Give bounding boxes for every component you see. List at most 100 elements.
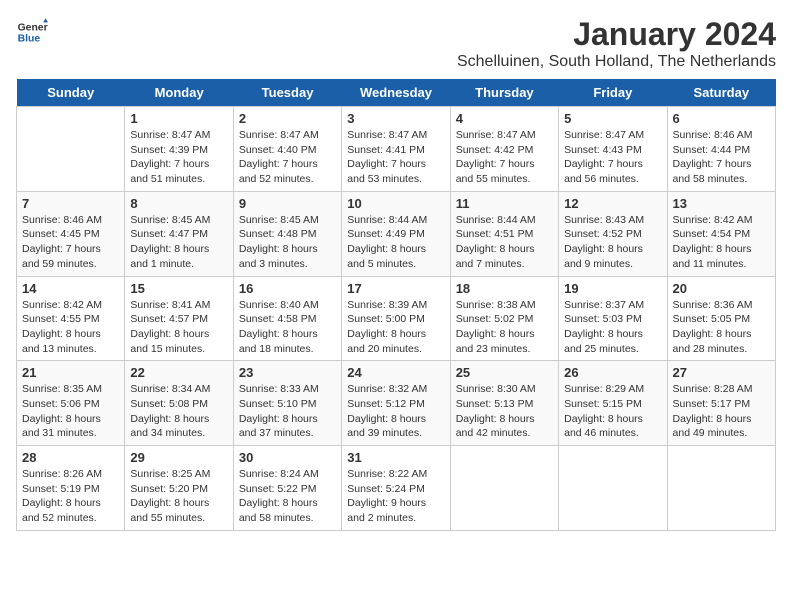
day-info: Sunrise: 8:47 AMSunset: 4:39 PMDaylight:…	[130, 128, 227, 187]
day-info: Sunrise: 8:46 AMSunset: 4:45 PMDaylight:…	[22, 213, 119, 272]
day-info: Sunrise: 8:45 AMSunset: 4:47 PMDaylight:…	[130, 213, 227, 272]
calendar-cell: 8 Sunrise: 8:45 AMSunset: 4:47 PMDaylight…	[125, 191, 233, 276]
day-info: Sunrise: 8:25 AMSunset: 5:20 PMDaylight:…	[130, 467, 227, 526]
week-row-3: 14Sunrise: 8:42 AMSunset: 4:55 PMDayligh…	[17, 276, 776, 361]
day-info: Sunrise: 8:43 AMSunset: 4:52 PMDaylight:…	[564, 213, 661, 272]
day-number: 21	[22, 365, 119, 380]
calendar-cell: 5Sunrise: 8:47 AMSunset: 4:43 PMDaylight…	[559, 107, 667, 192]
day-number: 13	[673, 196, 770, 211]
day-number: 6	[673, 111, 770, 126]
calendar-cell: 22Sunrise: 8:34 AMSunset: 5:08 PMDayligh…	[125, 361, 233, 446]
calendar-cell: 23 Sunrise: 8:33 AMSunset: 5:10 PMDayligh…	[233, 361, 341, 446]
calendar-cell: 14Sunrise: 8:42 AMSunset: 4:55 PMDayligh…	[17, 276, 125, 361]
day-number: 25	[456, 365, 553, 380]
calendar-cell: 6 Sunrise: 8:46 AMSunset: 4:44 PMDaylight…	[667, 107, 775, 192]
calendar-cell: 10 Sunrise: 8:44 AMSunset: 4:49 PMDayligh…	[342, 191, 450, 276]
week-row-4: 21Sunrise: 8:35 AMSunset: 5:06 PMDayligh…	[17, 361, 776, 446]
calendar-cell: 24 Sunrise: 8:32 AMSunset: 5:12 PMDayligh…	[342, 361, 450, 446]
day-info: Sunrise: 8:28 AMSunset: 5:17 PMDaylight:…	[673, 382, 770, 441]
day-number: 28	[22, 450, 119, 465]
logo: General Blue	[16, 16, 48, 48]
day-number: 5	[564, 111, 661, 126]
day-number: 15	[130, 281, 227, 296]
day-number: 16	[239, 281, 336, 296]
weekday-header-sunday: Sunday	[17, 79, 125, 107]
day-info: Sunrise: 8:26 AMSunset: 5:19 PMDaylight:…	[22, 467, 119, 526]
subtitle: Schelluinen, South Holland, The Netherla…	[457, 53, 776, 71]
calendar-cell: 2Sunrise: 8:47 AMSunset: 4:40 PMDaylight…	[233, 107, 341, 192]
day-number: 20	[673, 281, 770, 296]
week-row-1: 1Sunrise: 8:47 AMSunset: 4:39 PMDaylight…	[17, 107, 776, 192]
weekday-header-thursday: Thursday	[450, 79, 558, 107]
day-info: Sunrise: 8:32 AMSunset: 5:12 PMDaylight:…	[347, 382, 444, 441]
calendar-cell: 25 Sunrise: 8:30 AMSunset: 5:13 PMDayligh…	[450, 361, 558, 446]
calendar-cell: 3 Sunrise: 8:47 AMSunset: 4:41 PMDaylight…	[342, 107, 450, 192]
calendar-cell	[17, 107, 125, 192]
day-number: 27	[673, 365, 770, 380]
day-info: Sunrise: 8:29 AMSunset: 5:15 PMDaylight:…	[564, 382, 661, 441]
weekday-header-tuesday: Tuesday	[233, 79, 341, 107]
day-info: Sunrise: 8:36 AMSunset: 5:05 PMDaylight:…	[673, 298, 770, 357]
calendar-cell: 27 Sunrise: 8:28 AMSunset: 5:17 PMDayligh…	[667, 361, 775, 446]
day-info: Sunrise: 8:47 AMSunset: 4:42 PMDaylight:…	[456, 128, 553, 187]
main-title: January 2024	[457, 16, 776, 53]
day-number: 11	[456, 196, 553, 211]
day-number: 22	[130, 365, 227, 380]
svg-text:General: General	[18, 22, 48, 33]
header: General Blue January 2024 Schelluinen, S…	[16, 16, 776, 71]
day-info: Sunrise: 8:24 AMSunset: 5:22 PMDaylight:…	[239, 467, 336, 526]
day-info: Sunrise: 8:39 AMSunset: 5:00 PMDaylight:…	[347, 298, 444, 357]
calendar-cell: 29 Sunrise: 8:25 AMSunset: 5:20 PMDayligh…	[125, 446, 233, 531]
day-info: Sunrise: 8:44 AMSunset: 4:49 PMDaylight:…	[347, 213, 444, 272]
svg-text:Blue: Blue	[18, 34, 41, 45]
day-number: 12	[564, 196, 661, 211]
day-number: 10	[347, 196, 444, 211]
calendar-table: SundayMondayTuesdayWednesdayThursdayFrid…	[16, 79, 776, 531]
day-number: 9	[239, 196, 336, 211]
calendar-cell: 12 Sunrise: 8:43 AMSunset: 4:52 PMDayligh…	[559, 191, 667, 276]
day-number: 31	[347, 450, 444, 465]
calendar-cell: 18 Sunrise: 8:38 AMSunset: 5:02 PMDayligh…	[450, 276, 558, 361]
title-area: January 2024 Schelluinen, South Holland,…	[457, 16, 776, 71]
calendar-cell: 7 Sunrise: 8:46 AMSunset: 4:45 PMDaylight…	[17, 191, 125, 276]
weekday-header-monday: Monday	[125, 79, 233, 107]
calendar-cell: 13 Sunrise: 8:42 AMSunset: 4:54 PMDayligh…	[667, 191, 775, 276]
day-number: 4	[456, 111, 553, 126]
day-number: 30	[239, 450, 336, 465]
day-info: Sunrise: 8:30 AMSunset: 5:13 PMDaylight:…	[456, 382, 553, 441]
day-number: 18	[456, 281, 553, 296]
day-info: Sunrise: 8:47 AMSunset: 4:41 PMDaylight:…	[347, 128, 444, 187]
day-info: Sunrise: 8:33 AMSunset: 5:10 PMDaylight:…	[239, 382, 336, 441]
calendar-cell: 17Sunrise: 8:39 AMSunset: 5:00 PMDayligh…	[342, 276, 450, 361]
calendar-cell: 26 Sunrise: 8:29 AMSunset: 5:15 PMDayligh…	[559, 361, 667, 446]
day-number: 19	[564, 281, 661, 296]
day-number: 3	[347, 111, 444, 126]
calendar-cell: 1Sunrise: 8:47 AMSunset: 4:39 PMDaylight…	[125, 107, 233, 192]
day-number: 26	[564, 365, 661, 380]
day-info: Sunrise: 8:44 AMSunset: 4:51 PMDaylight:…	[456, 213, 553, 272]
day-number: 29	[130, 450, 227, 465]
calendar-cell: 4 Sunrise: 8:47 AMSunset: 4:42 PMDaylight…	[450, 107, 558, 192]
day-info: Sunrise: 8:42 AMSunset: 4:54 PMDaylight:…	[673, 213, 770, 272]
calendar-cell: 11 Sunrise: 8:44 AMSunset: 4:51 PMDayligh…	[450, 191, 558, 276]
weekday-header-row: SundayMondayTuesdayWednesdayThursdayFrid…	[17, 79, 776, 107]
day-info: Sunrise: 8:45 AMSunset: 4:48 PMDaylight:…	[239, 213, 336, 272]
day-info: Sunrise: 8:41 AMSunset: 4:57 PMDaylight:…	[130, 298, 227, 357]
day-number: 2	[239, 111, 336, 126]
calendar-cell	[667, 446, 775, 531]
day-info: Sunrise: 8:40 AMSunset: 4:58 PMDaylight:…	[239, 298, 336, 357]
calendar-cell: 16 Sunrise: 8:40 AMSunset: 4:58 PMDayligh…	[233, 276, 341, 361]
day-number: 23	[239, 365, 336, 380]
day-info: Sunrise: 8:38 AMSunset: 5:02 PMDaylight:…	[456, 298, 553, 357]
day-number: 24	[347, 365, 444, 380]
day-number: 8	[130, 196, 227, 211]
weekday-header-wednesday: Wednesday	[342, 79, 450, 107]
calendar-cell: 30 Sunrise: 8:24 AMSunset: 5:22 PMDayligh…	[233, 446, 341, 531]
day-info: Sunrise: 8:46 AMSunset: 4:44 PMDaylight:…	[673, 128, 770, 187]
logo-icon: General Blue	[16, 16, 48, 48]
calendar-cell: 9 Sunrise: 8:45 AMSunset: 4:48 PMDaylight…	[233, 191, 341, 276]
day-number: 7	[22, 196, 119, 211]
day-info: Sunrise: 8:42 AMSunset: 4:55 PMDaylight:…	[22, 298, 119, 357]
calendar-cell: 20 Sunrise: 8:36 AMSunset: 5:05 PMDayligh…	[667, 276, 775, 361]
calendar-cell: 28 Sunrise: 8:26 AMSunset: 5:19 PMDayligh…	[17, 446, 125, 531]
